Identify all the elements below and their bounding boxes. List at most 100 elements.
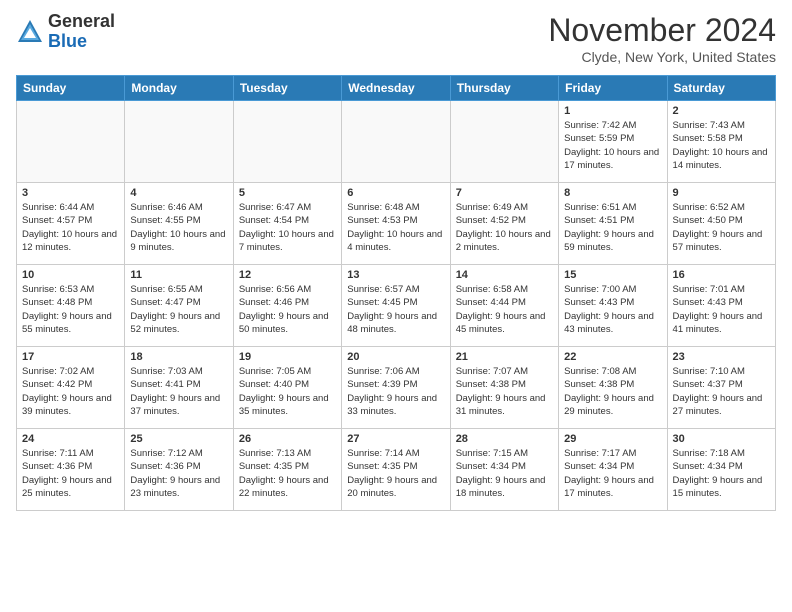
calendar-cell: 16 Sunrise: 7:01 AM Sunset: 4:43 PM Dayli… <box>667 265 775 347</box>
calendar-cell <box>342 101 450 183</box>
header-friday: Friday <box>559 76 667 101</box>
cell-info: Sunrise: 7:17 AM Sunset: 4:34 PM Dayligh… <box>564 447 661 500</box>
day-number: 27 <box>347 433 444 445</box>
calendar-cell: 23Sunrise: 7:10 AM Sunset: 4:37 PM Dayli… <box>667 347 775 429</box>
cell-info: Sunrise: 6:48 AM Sunset: 4:53 PM Dayligh… <box>347 201 444 254</box>
calendar-week-3: 17Sunrise: 7:02 AM Sunset: 4:42 PM Dayli… <box>17 347 776 429</box>
calendar-cell: 18 Sunrise: 7:03 AM Sunset: 4:41 PM Dayli… <box>125 347 233 429</box>
calendar-cell: 1 Sunrise: 7:42 AM Sunset: 5:59 PM Daylig… <box>559 101 667 183</box>
calendar-cell: 9 Sunrise: 6:52 AM Sunset: 4:50 PM Daylig… <box>667 183 775 265</box>
cell-info: Sunrise: 7:08 AM Sunset: 4:38 PM Dayligh… <box>564 365 661 418</box>
calendar-cell: 25 Sunrise: 7:12 AM Sunset: 4:36 PM Dayli… <box>125 429 233 511</box>
cell-info: Sunrise: 7:18 AM Sunset: 4:34 PM Dayligh… <box>673 447 770 500</box>
calendar-cell: 19 Sunrise: 7:05 AM Sunset: 4:40 PM Dayli… <box>233 347 341 429</box>
day-number: 24 <box>22 433 119 445</box>
calendar-cell: 4 Sunrise: 6:46 AM Sunset: 4:55 PM Daylig… <box>125 183 233 265</box>
calendar-cell <box>125 101 233 183</box>
calendar-week-0: 1 Sunrise: 7:42 AM Sunset: 5:59 PM Daylig… <box>17 101 776 183</box>
cell-info: Sunrise: 7:42 AM Sunset: 5:59 PM Dayligh… <box>564 119 661 172</box>
calendar-cell: 30 Sunrise: 7:18 AM Sunset: 4:34 PM Dayli… <box>667 429 775 511</box>
day-number: 3 <box>22 187 119 199</box>
day-number: 28 <box>456 433 553 445</box>
header-saturday: Saturday <box>667 76 775 101</box>
calendar-cell: 26Sunrise: 7:13 AM Sunset: 4:35 PM Dayli… <box>233 429 341 511</box>
logo-general-text: General <box>48 11 115 31</box>
calendar-cell: 5Sunrise: 6:47 AM Sunset: 4:54 PM Daylig… <box>233 183 341 265</box>
cell-info: Sunrise: 6:55 AM Sunset: 4:47 PM Dayligh… <box>130 283 227 336</box>
calendar-cell <box>233 101 341 183</box>
calendar-cell: 12 Sunrise: 6:56 AM Sunset: 4:46 PM Dayli… <box>233 265 341 347</box>
day-number: 6 <box>347 187 444 199</box>
calendar-cell: 24Sunrise: 7:11 AM Sunset: 4:36 PM Dayli… <box>17 429 125 511</box>
calendar-cell: 13 Sunrise: 6:57 AM Sunset: 4:45 PM Dayli… <box>342 265 450 347</box>
cell-info: Sunrise: 6:46 AM Sunset: 4:55 PM Dayligh… <box>130 201 227 254</box>
cell-info: Sunrise: 7:05 AM Sunset: 4:40 PM Dayligh… <box>239 365 336 418</box>
calendar-cell <box>17 101 125 183</box>
title-block: November 2024 Clyde, New York, United St… <box>548 12 776 65</box>
day-number: 14 <box>456 269 553 281</box>
header-wednesday: Wednesday <box>342 76 450 101</box>
day-number: 12 <box>239 269 336 281</box>
calendar-cell: 10 Sunrise: 6:53 AM Sunset: 4:48 PM Dayli… <box>17 265 125 347</box>
day-number: 8 <box>564 187 661 199</box>
cell-info: Sunrise: 7:43 AM Sunset: 5:58 PM Dayligh… <box>673 119 770 172</box>
cell-info: Sunrise: 6:53 AM Sunset: 4:48 PM Dayligh… <box>22 283 119 336</box>
day-number: 19 <box>239 351 336 363</box>
calendar-body: 1 Sunrise: 7:42 AM Sunset: 5:59 PM Daylig… <box>17 101 776 511</box>
day-number: 16 <box>673 269 770 281</box>
calendar-table: Sunday Monday Tuesday Wednesday Thursday… <box>16 75 776 511</box>
day-number: 4 <box>130 187 227 199</box>
day-number: 11 <box>130 269 227 281</box>
cell-info: Sunrise: 6:56 AM Sunset: 4:46 PM Dayligh… <box>239 283 336 336</box>
day-number: 18 <box>130 351 227 363</box>
day-number: 1 <box>564 105 661 117</box>
day-number: 21 <box>456 351 553 363</box>
cell-info: Sunrise: 6:44 AM Sunset: 4:57 PM Dayligh… <box>22 201 119 254</box>
cell-info: Sunrise: 6:58 AM Sunset: 4:44 PM Dayligh… <box>456 283 553 336</box>
cell-info: Sunrise: 7:01 AM Sunset: 4:43 PM Dayligh… <box>673 283 770 336</box>
day-number: 20 <box>347 351 444 363</box>
header-monday: Monday <box>125 76 233 101</box>
cell-info: Sunrise: 7:14 AM Sunset: 4:35 PM Dayligh… <box>347 447 444 500</box>
calendar-cell: 8 Sunrise: 6:51 AM Sunset: 4:51 PM Daylig… <box>559 183 667 265</box>
calendar-cell: 15Sunrise: 7:00 AM Sunset: 4:43 PM Dayli… <box>559 265 667 347</box>
logo-blue-text: Blue <box>48 31 87 51</box>
day-number: 30 <box>673 433 770 445</box>
cell-info: Sunrise: 7:03 AM Sunset: 4:41 PM Dayligh… <box>130 365 227 418</box>
header: General Blue November 2024 Clyde, New Yo… <box>16 12 776 65</box>
calendar-cell: 6 Sunrise: 6:48 AM Sunset: 4:53 PM Daylig… <box>342 183 450 265</box>
calendar-cell: 17Sunrise: 7:02 AM Sunset: 4:42 PM Dayli… <box>17 347 125 429</box>
page-container: General Blue November 2024 Clyde, New Yo… <box>0 0 792 519</box>
day-number: 26 <box>239 433 336 445</box>
day-number: 13 <box>347 269 444 281</box>
day-number: 9 <box>673 187 770 199</box>
cell-info: Sunrise: 7:12 AM Sunset: 4:36 PM Dayligh… <box>130 447 227 500</box>
cell-info: Sunrise: 7:15 AM Sunset: 4:34 PM Dayligh… <box>456 447 553 500</box>
location: Clyde, New York, United States <box>548 49 776 65</box>
day-number: 15 <box>564 269 661 281</box>
day-number: 29 <box>564 433 661 445</box>
cell-info: Sunrise: 6:51 AM Sunset: 4:51 PM Dayligh… <box>564 201 661 254</box>
cell-info: Sunrise: 7:07 AM Sunset: 4:38 PM Dayligh… <box>456 365 553 418</box>
calendar-cell: 20 Sunrise: 7:06 AM Sunset: 4:39 PM Dayli… <box>342 347 450 429</box>
calendar-cell: 2Sunrise: 7:43 AM Sunset: 5:58 PM Daylig… <box>667 101 775 183</box>
calendar-cell: 27 Sunrise: 7:14 AM Sunset: 4:35 PM Dayli… <box>342 429 450 511</box>
cell-info: Sunrise: 6:52 AM Sunset: 4:50 PM Dayligh… <box>673 201 770 254</box>
header-sunday: Sunday <box>17 76 125 101</box>
cell-info: Sunrise: 6:57 AM Sunset: 4:45 PM Dayligh… <box>347 283 444 336</box>
calendar-cell: 28 Sunrise: 7:15 AM Sunset: 4:34 PM Dayli… <box>450 429 558 511</box>
cell-info: Sunrise: 7:02 AM Sunset: 4:42 PM Dayligh… <box>22 365 119 418</box>
calendar-cell: 11 Sunrise: 6:55 AM Sunset: 4:47 PM Dayli… <box>125 265 233 347</box>
calendar-cell: 21 Sunrise: 7:07 AM Sunset: 4:38 PM Dayli… <box>450 347 558 429</box>
calendar-week-2: 10 Sunrise: 6:53 AM Sunset: 4:48 PM Dayli… <box>17 265 776 347</box>
day-number: 10 <box>22 269 119 281</box>
cell-info: Sunrise: 6:49 AM Sunset: 4:52 PM Dayligh… <box>456 201 553 254</box>
cell-info: Sunrise: 6:47 AM Sunset: 4:54 PM Dayligh… <box>239 201 336 254</box>
calendar-week-1: 3 Sunrise: 6:44 AM Sunset: 4:57 PM Daylig… <box>17 183 776 265</box>
calendar-cell: 3 Sunrise: 6:44 AM Sunset: 4:57 PM Daylig… <box>17 183 125 265</box>
cell-info: Sunrise: 7:06 AM Sunset: 4:39 PM Dayligh… <box>347 365 444 418</box>
header-tuesday: Tuesday <box>233 76 341 101</box>
cell-info: Sunrise: 7:10 AM Sunset: 4:37 PM Dayligh… <box>673 365 770 418</box>
day-number: 25 <box>130 433 227 445</box>
day-number: 22 <box>564 351 661 363</box>
